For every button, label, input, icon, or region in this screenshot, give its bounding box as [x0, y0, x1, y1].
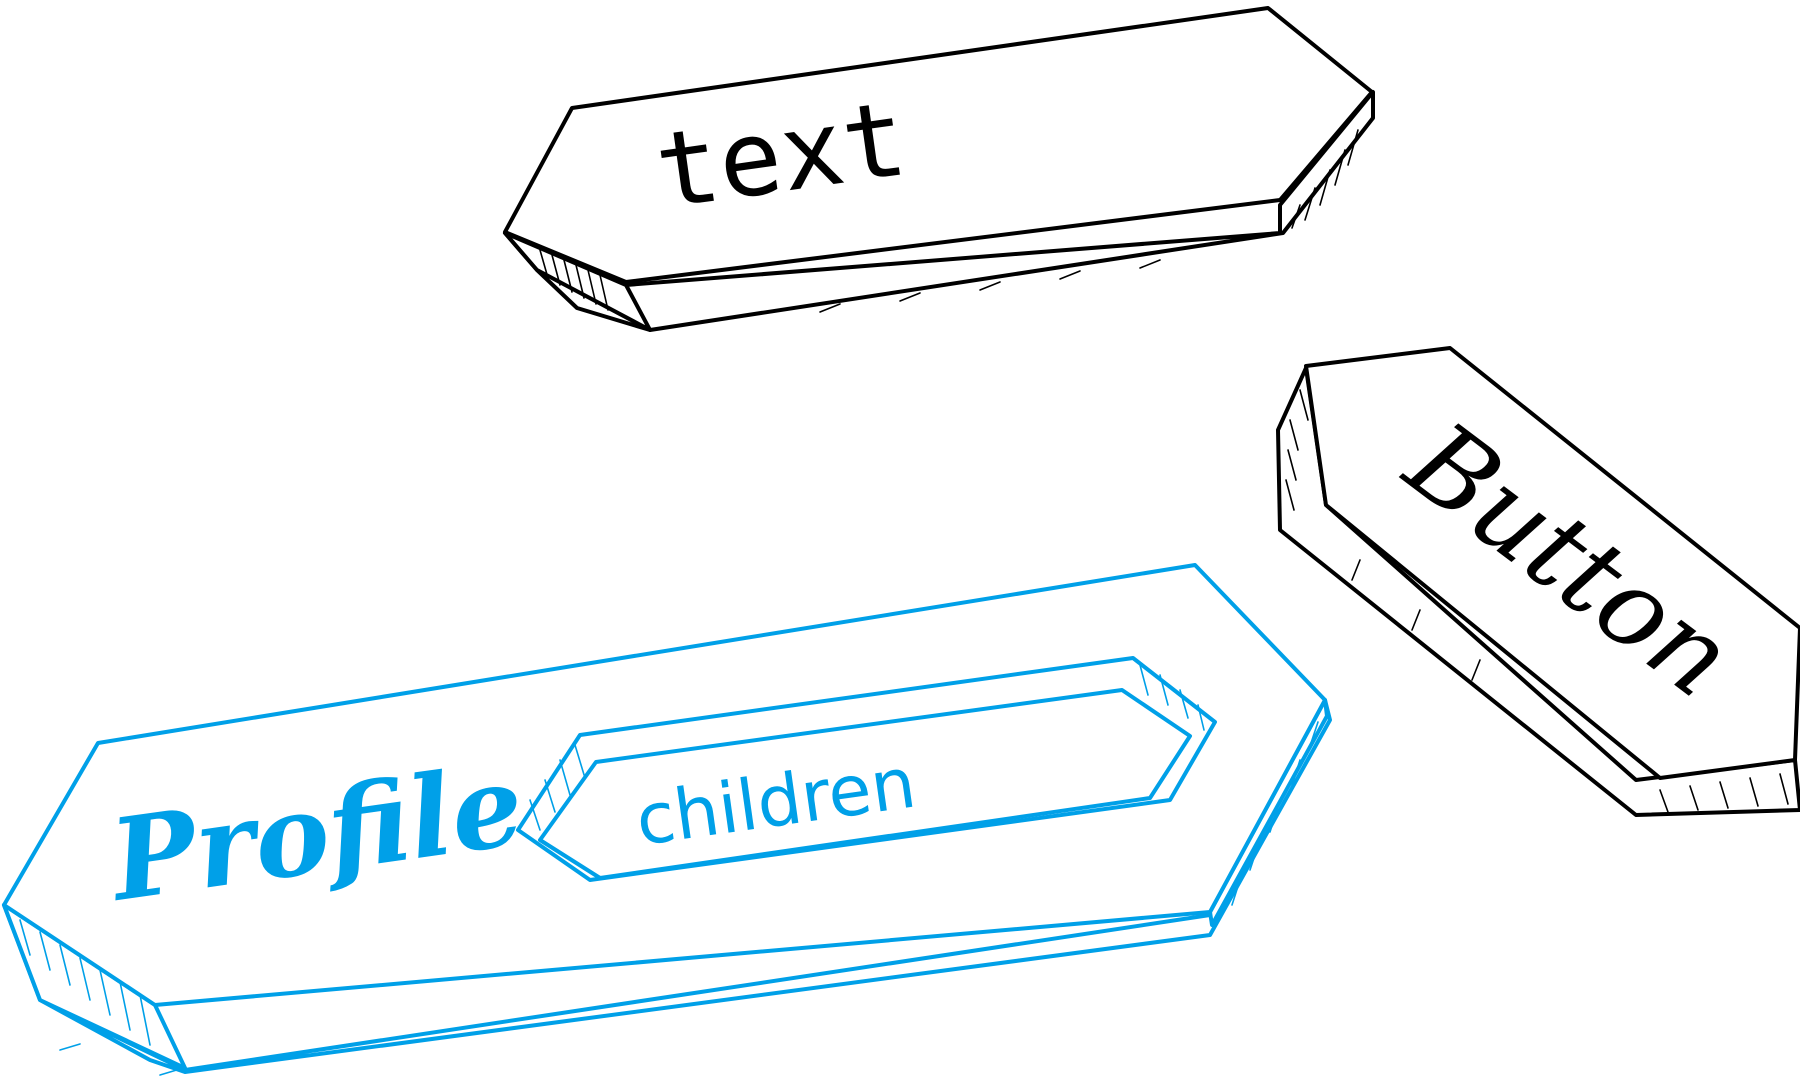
button-block: Button [1276, 346, 1800, 817]
text-block: text [503, 6, 1375, 332]
component-blocks-diagram: text Button Profile children [2, 6, 1800, 1076]
profile-block: Profile children [2, 563, 1332, 1076]
